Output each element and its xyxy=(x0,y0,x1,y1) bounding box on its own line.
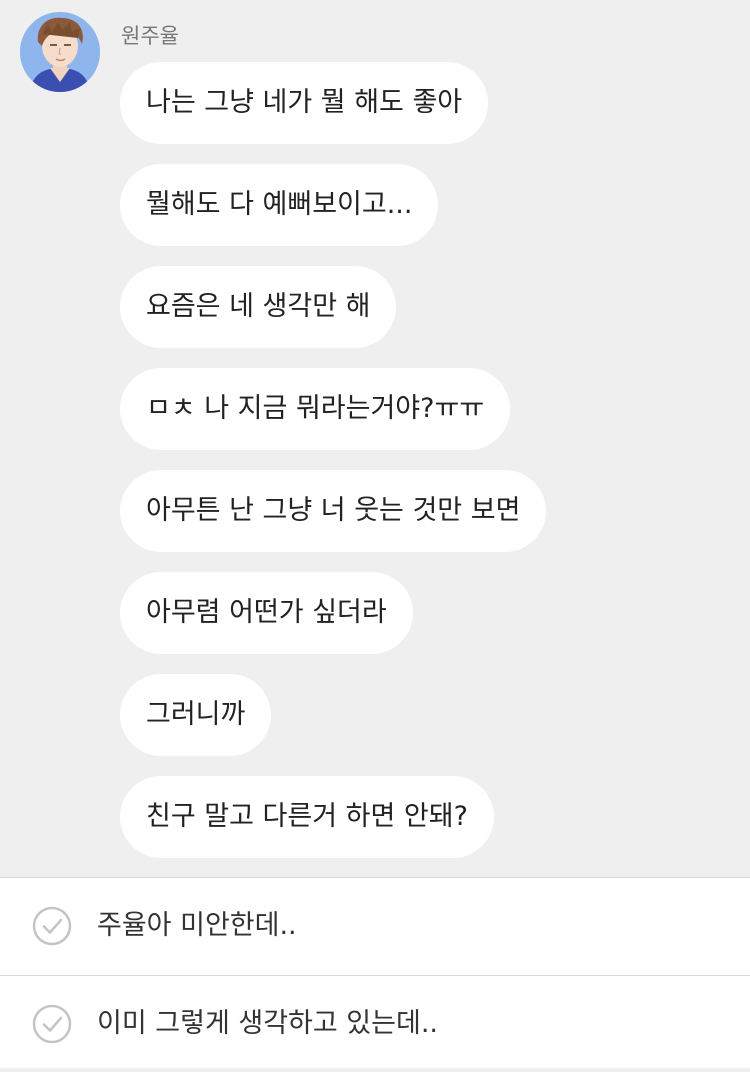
message-bubble: 나는 그냥 네가 뭘 해도 좋아 xyxy=(120,62,489,144)
sender-name: 원주율 xyxy=(121,24,179,48)
check-circle-icon xyxy=(32,1004,72,1044)
chat-area: 원주율 나는 그냥 네가 뭘 해도 좋아 뭘해도 다 예뻐보이고... 요즘은 … xyxy=(0,0,750,877)
young-man-portrait-icon xyxy=(20,12,100,92)
message-bubble: 뭘해도 다 예뻐보이고... xyxy=(120,164,439,246)
message-bubble: ㅁㅊ 나 지금 뭐라는거야?ㅠㅠ xyxy=(120,368,511,450)
reply-choices: 주율아 미안한데.. 이미 그렇게 생각하고 있는데.. xyxy=(0,877,750,1068)
reply-choice-label: 주율아 미안한데.. xyxy=(97,910,297,941)
avatar[interactable] xyxy=(20,12,100,92)
message-bubble: 아무튼 난 그냥 너 웃는 것만 보면 xyxy=(120,470,547,552)
message-bubble: 요즘은 네 생각만 해 xyxy=(120,266,397,348)
reply-choice-2[interactable]: 이미 그렇게 생각하고 있는데.. xyxy=(0,976,750,1072)
message-bubble: 그러니까 xyxy=(120,674,272,756)
message-bubble: 아무렴 어떤가 싶더라 xyxy=(120,572,413,654)
check-circle-icon xyxy=(32,906,72,946)
message-bubble: 친구 말고 다른거 하면 안돼? xyxy=(120,776,494,858)
reply-choice-label: 이미 그렇게 생각하고 있는데.. xyxy=(97,1008,438,1039)
reply-choice-1[interactable]: 주율아 미안한데.. xyxy=(0,878,750,974)
